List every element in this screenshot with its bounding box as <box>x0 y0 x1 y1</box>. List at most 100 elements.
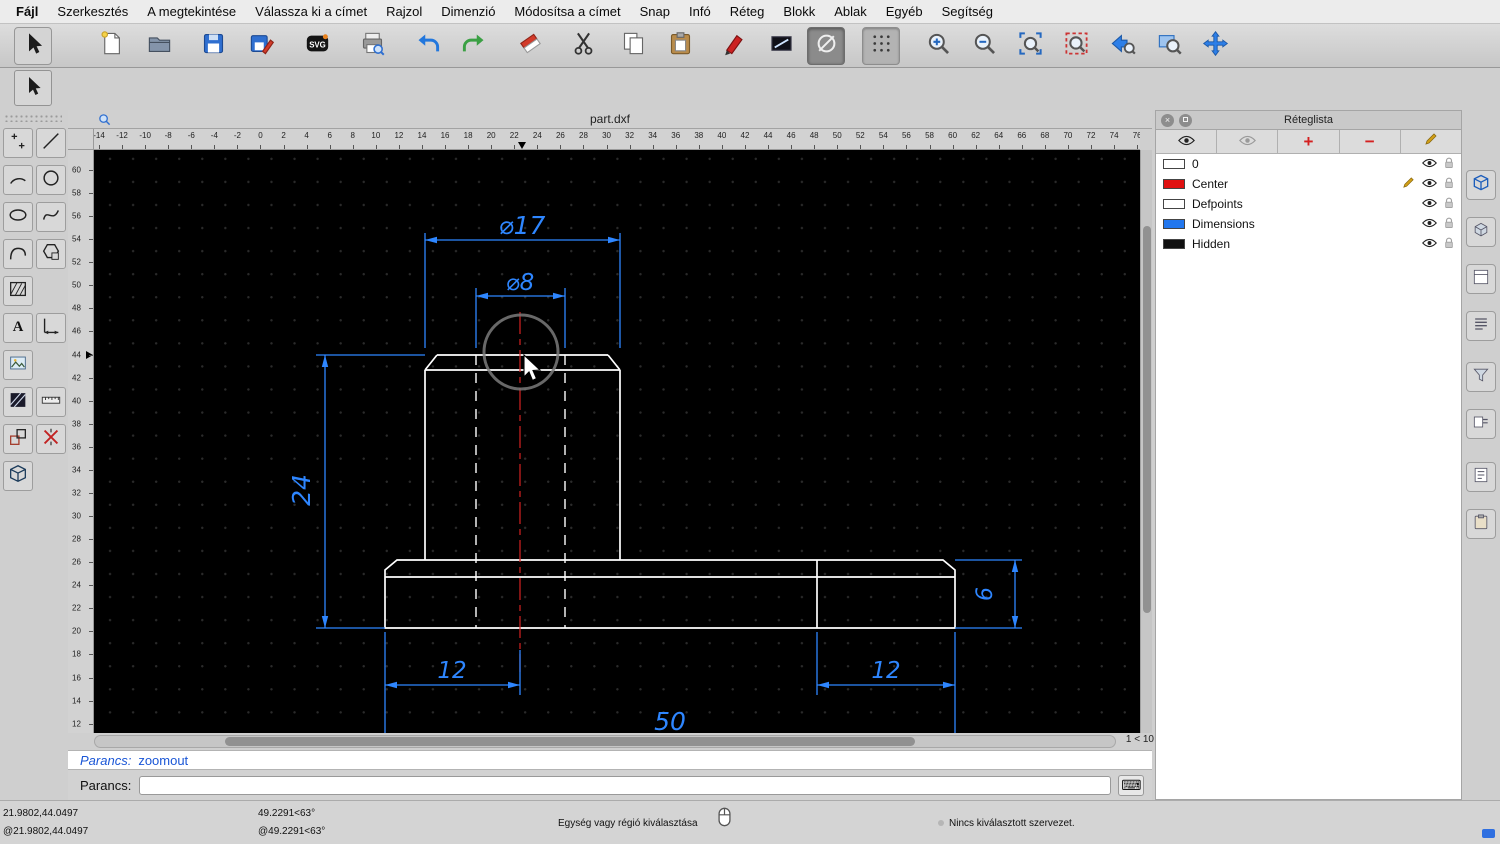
measure-tool-button[interactable] <box>36 387 66 417</box>
select-tool-button[interactable] <box>14 26 52 65</box>
menu-other[interactable]: Egyéb <box>886 4 923 19</box>
hide-all-layers-button[interactable] <box>1217 130 1279 153</box>
layer-lock-icon[interactable] <box>1444 217 1454 232</box>
horizontal-scrollbar-thumb[interactable] <box>225 737 915 746</box>
layer-visibility-icon[interactable] <box>1422 177 1437 191</box>
vertical-scrollbar[interactable] <box>1140 150 1152 733</box>
paste-button[interactable] <box>661 27 699 65</box>
layer-color-swatch[interactable] <box>1163 239 1185 249</box>
document-tab[interactable]: part.dxf <box>68 110 1152 129</box>
menu-layer[interactable]: Réteg <box>730 4 765 19</box>
layer-color-swatch[interactable] <box>1163 159 1185 169</box>
line-attributes-button[interactable] <box>762 27 800 65</box>
modify-tool-button[interactable] <box>3 424 33 454</box>
layer-lock-icon[interactable] <box>1444 237 1454 252</box>
zoom-out-button[interactable] <box>965 27 1003 65</box>
layer-visibility-icon[interactable] <box>1422 197 1437 211</box>
menu-edit[interactable]: Szerkesztés <box>57 4 128 19</box>
panel-close-button[interactable]: × <box>1161 114 1174 127</box>
layer-color-swatch[interactable] <box>1163 199 1185 209</box>
layer-row-defpoints[interactable]: Defpoints <box>1156 194 1461 214</box>
menu-select[interactable]: Válassza ki a címet <box>255 4 367 19</box>
layer-color-swatch[interactable] <box>1163 179 1185 189</box>
palette-select-tool-button[interactable] <box>14 70 52 106</box>
pen-attributes-button[interactable] <box>714 27 752 65</box>
layer-lock-icon[interactable] <box>1444 197 1454 212</box>
layer-visibility-icon[interactable] <box>1422 237 1437 251</box>
line-tool-button[interactable] <box>36 128 66 158</box>
menu-snap[interactable]: Snap <box>640 4 670 19</box>
hatch-tool-button[interactable] <box>3 276 33 306</box>
copy-button[interactable] <box>614 27 652 65</box>
menu-block[interactable]: Blokk <box>783 4 815 19</box>
panel-float-button[interactable] <box>1179 114 1192 127</box>
zoom-auto-button[interactable] <box>1011 27 1049 65</box>
save-button[interactable] <box>194 27 232 65</box>
menu-help[interactable]: Segítség <box>942 4 993 19</box>
keyboard-toggle-button[interactable]: ⌨ <box>1118 774 1145 796</box>
layer-row-dimensions[interactable]: Dimensions <box>1156 214 1461 234</box>
dimension-tool-button[interactable] <box>36 313 66 343</box>
menu-info[interactable]: Infó <box>689 4 711 19</box>
add-layer-button[interactable]: + <box>1278 130 1340 153</box>
zoom-window-button[interactable] <box>1150 27 1188 65</box>
vertical-scrollbar-thumb[interactable] <box>1143 226 1151 613</box>
command-input[interactable] <box>139 775 1112 795</box>
layer-row-center[interactable]: Center <box>1156 174 1461 194</box>
undo-button[interactable] <box>408 27 446 65</box>
explode-tool-button[interactable] <box>36 424 66 454</box>
zoom-previous-button[interactable] <box>1103 27 1141 65</box>
spline-tool-button[interactable] <box>36 202 66 232</box>
dock-clipboard-widget-button[interactable] <box>1466 509 1496 539</box>
circle-tool-button-palette[interactable] <box>36 165 66 195</box>
pattern-tool-button[interactable] <box>3 387 33 417</box>
drawing-canvas[interactable]: ⌀17 ⌀8 24 6 12 12 50 <box>94 150 1140 733</box>
zoom-in-button[interactable] <box>919 27 957 65</box>
redo-button[interactable] <box>455 27 493 65</box>
print-preview-button[interactable] <box>353 27 391 65</box>
text-tool-button[interactable]: A <box>3 313 33 343</box>
zoom-redraw-button[interactable] <box>1057 27 1095 65</box>
layer-lock-icon[interactable] <box>1444 177 1454 192</box>
dock-list-widget-button[interactable] <box>1466 311 1496 341</box>
point-tool-button[interactable] <box>3 128 33 158</box>
menu-dimension[interactable]: Dimenzió <box>441 4 495 19</box>
horizontal-scrollbar[interactable] <box>94 735 1116 748</box>
layer-row-hidden[interactable]: Hidden <box>1156 234 1461 254</box>
zoom-pan-button[interactable] <box>1196 27 1234 65</box>
polygon-tool-button[interactable] <box>36 239 66 269</box>
edit-layer-button[interactable] <box>1400 130 1462 153</box>
delete-button[interactable] <box>511 27 549 65</box>
svg-export-button[interactable]: SVG <box>298 27 336 65</box>
dock-panel-widget-button[interactable] <box>1466 264 1496 294</box>
grid-toggle-button[interactable] <box>862 26 900 65</box>
save-as-button[interactable] <box>242 27 280 65</box>
window-resize-grip[interactable] <box>1482 829 1495 838</box>
dock-cad-view-button[interactable] <box>1466 170 1496 200</box>
cut-button[interactable] <box>564 27 602 65</box>
remove-layer-button[interactable]: − <box>1339 130 1401 153</box>
layer-color-swatch[interactable] <box>1163 219 1185 229</box>
layer-visibility-icon[interactable] <box>1422 217 1437 231</box>
show-all-layers-button[interactable] <box>1156 130 1218 153</box>
ellipse-tool-button[interactable] <box>3 202 33 232</box>
polyline-tool-button[interactable] <box>3 239 33 269</box>
circle-tool-button[interactable] <box>807 26 845 65</box>
menu-window[interactable]: Ablak <box>834 4 867 19</box>
dock-properties-widget-button[interactable] <box>1466 409 1496 439</box>
menu-view[interactable]: A megtekintése <box>147 4 236 19</box>
image-tool-button[interactable] <box>3 350 33 380</box>
menu-file[interactable]: Fájl <box>16 4 38 19</box>
dock-block-widget-button[interactable] <box>1466 217 1496 247</box>
layer-lock-icon[interactable] <box>1444 157 1454 172</box>
menu-draw[interactable]: Rajzol <box>386 4 422 19</box>
new-file-button[interactable] <box>92 27 130 65</box>
open-file-button[interactable] <box>140 27 178 65</box>
palette-drag-grip[interactable] <box>4 114 62 122</box>
layer-row-0[interactable]: 0 <box>1156 154 1461 174</box>
menu-modify[interactable]: Módosítsa a címet <box>514 4 620 19</box>
cube-3d-tool-button[interactable] <box>3 461 33 491</box>
arc-tool-button[interactable] <box>3 165 33 195</box>
layer-visibility-icon[interactable] <box>1422 157 1437 171</box>
dock-filter-widget-button[interactable] <box>1466 362 1496 392</box>
